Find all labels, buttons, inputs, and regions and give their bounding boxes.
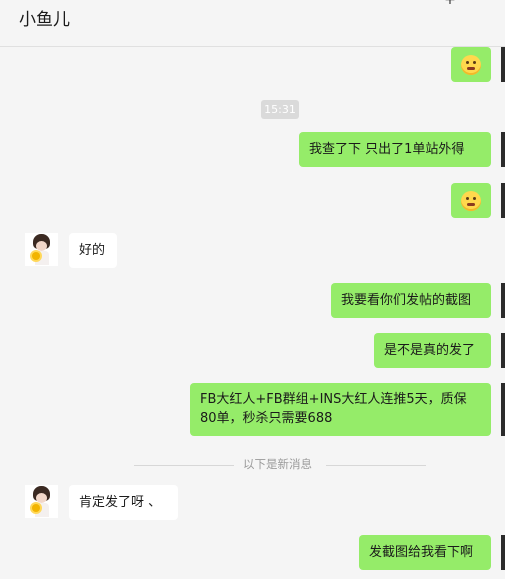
message-text: 是不是真的发了 [384,343,476,358]
message-text-line: 80单，秒杀只需要688 [200,411,333,426]
shy-face-icon [461,191,481,211]
message-bubble-outgoing[interactable]: 我查了下 只出了1单站外得 [299,132,491,167]
message-bubble-outgoing[interactable]: FB大红人+FB群组+INS大红人连推5天，质保 80单，秒杀只需要688 [190,383,491,436]
message-text-line: FB大红人+FB群组+INS大红人连推5天，质保 [200,392,467,407]
message-text: 发截图给我看下啊 [369,545,474,560]
message-text: 我要看你们发帖的截图 [341,293,472,308]
message-bubble-outgoing[interactable]: 是不是真的发了 [374,333,491,368]
message-text: 肯定发了呀 、 [79,495,162,510]
new-messages-divider-line-right [326,465,426,466]
contact-avatar[interactable] [25,233,58,266]
chat-header: 小鱼儿 + [0,0,505,47]
message-text: 我查了下 只出了1单站外得 [309,142,465,157]
message-bubble-outgoing[interactable]: 我要看你们发帖的截图 [331,283,491,318]
contact-avatar[interactable] [25,485,58,518]
message-bubble-incoming[interactable]: 肯定发了呀 、 [69,485,178,520]
more-options-icon[interactable]: + [443,0,457,7]
message-list[interactable]: 15:31 我查了下 只出了1单站外得 好的 我要看你们发帖的截图 是不是真的发… [0,47,505,579]
shy-face-icon [461,55,481,75]
message-bubble-outgoing[interactable]: 发截图给我看下啊 [359,535,491,570]
message-timestamp: 15:31 [261,100,299,119]
message-text: 好的 [79,243,106,258]
new-messages-divider-label: 以下是新消息 [243,457,312,471]
chat-title: 小鱼儿 [19,10,70,30]
message-bubble-incoming[interactable]: 好的 [69,233,117,268]
message-bubble-emoji[interactable] [451,183,491,218]
new-messages-divider-line-left [134,465,234,466]
message-bubble-emoji[interactable] [451,47,491,82]
